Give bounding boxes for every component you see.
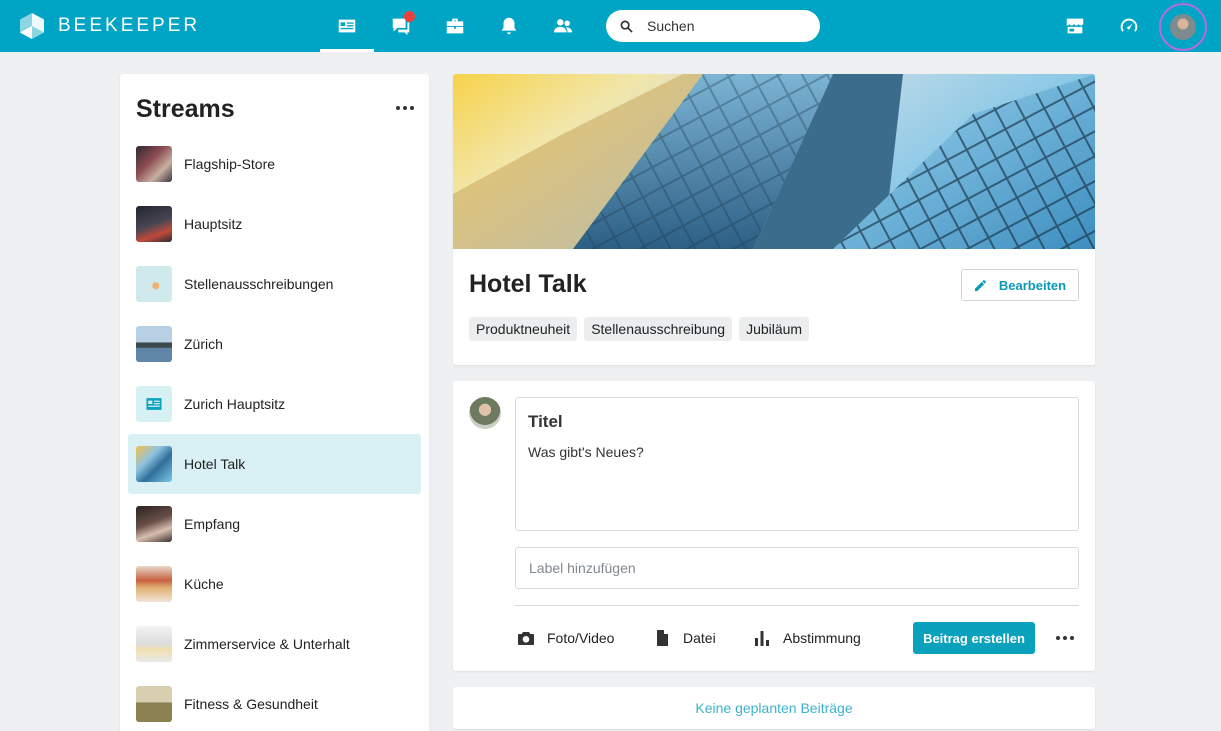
sidebar-item-label: Zimmerservice & Unterhalt: [184, 636, 350, 652]
avatar: [469, 397, 501, 429]
toolbox-icon: [446, 18, 464, 34]
sidebar-title: Streams: [136, 95, 235, 123]
search-icon: [620, 20, 633, 33]
edit-button[interactable]: Bearbeiten: [961, 269, 1079, 301]
sidebar-item-kuche[interactable]: Küche: [128, 554, 421, 614]
more-options-icon[interactable]: [396, 106, 414, 110]
scheduled-posts-link[interactable]: Keine geplanten Beiträge: [453, 687, 1095, 729]
scheduled-posts-label: Keine geplanten Beiträge: [695, 700, 853, 716]
stream-thumbnail: [136, 206, 172, 242]
file-button[interactable]: Datei: [653, 629, 716, 647]
pencil-icon: [974, 279, 986, 291]
sidebar-item-label: Hotel Talk: [184, 456, 246, 472]
sidebar-item-label: Flagship-Store: [184, 156, 276, 172]
stream-list: Flagship-Store Hauptsitz Stellenausschre…: [128, 134, 421, 731]
top-bar: BEEKEEPER: [0, 0, 1221, 52]
stream-thumbnail: [136, 146, 172, 182]
sidebar-item-label: Zürich: [184, 336, 223, 352]
nav-toolbox[interactable]: [428, 0, 482, 52]
nav-store[interactable]: [1048, 0, 1102, 52]
stream-thumbnail: [136, 386, 172, 422]
action-label: Foto/Video: [547, 630, 615, 646]
sidebar-item-label: Fitness & Gesundheit: [184, 696, 318, 712]
avatar: [1170, 14, 1196, 40]
tag-chip[interactable]: Jubiläum: [739, 317, 810, 341]
sidebar-item-stellenausschreibungen[interactable]: Stellenausschreibungen: [128, 254, 421, 314]
post-composer: Titel Was gibt's Neues? Foto/Video Datei…: [453, 381, 1095, 671]
stream-thumbnail: [136, 266, 172, 302]
sidebar-item-zurich[interactable]: Zürich: [128, 314, 421, 374]
sidebar-item-flagship-store[interactable]: Flagship-Store: [128, 134, 421, 194]
file-icon: [657, 630, 668, 646]
edit-button-label: Bearbeiten: [998, 277, 1067, 293]
stream-thumbnail: [136, 506, 172, 542]
stream-tags: Produktneuheit Stellenausschreibung Jubi…: [469, 317, 810, 341]
stream-banner-image: [453, 74, 1095, 249]
bar-chart-icon: [755, 631, 769, 646]
search-bar[interactable]: [606, 10, 820, 42]
sidebar-item-empfang[interactable]: Empfang: [128, 494, 421, 554]
sidebar-item-label: Hauptsitz: [184, 216, 243, 232]
people-icon: [553, 19, 573, 33]
store-icon: [1066, 18, 1084, 34]
label-input[interactable]: [515, 547, 1079, 589]
sidebar-item-label: Zurich Hauptsitz: [184, 396, 286, 412]
sidebar-item-label: Stellenausschreibungen: [184, 276, 334, 292]
beekeeper-logo-icon: [20, 13, 44, 39]
tag-chip[interactable]: Stellenausschreibung: [584, 317, 733, 341]
stream-thumbnail: [136, 326, 172, 362]
stream-thumbnail: [136, 446, 172, 482]
camera-icon: [518, 632, 534, 645]
streams-icon: [338, 19, 356, 33]
sidebar-item-hotel-talk[interactable]: Hotel Talk: [128, 434, 421, 494]
bell-icon: [501, 17, 517, 35]
brand[interactable]: BEEKEEPER: [20, 13, 200, 39]
action-label: Abstimmung: [783, 630, 861, 646]
poll-button[interactable]: Abstimmung: [753, 629, 861, 647]
post-body-field[interactable]: Was gibt's Neues?: [528, 444, 644, 460]
nav-chats[interactable]: [374, 0, 428, 52]
nav-people[interactable]: [536, 0, 590, 52]
nav-notifications[interactable]: [482, 0, 536, 52]
sidebar-item-label: Küche: [184, 576, 224, 592]
stream-thumbnail: [136, 626, 172, 662]
post-title-field[interactable]: Titel: [528, 412, 563, 432]
divider: [515, 605, 1079, 606]
brand-name: BEEKEEPER: [58, 15, 201, 36]
sidebar-item-zurich-hauptsitz[interactable]: Zurich Hauptsitz: [128, 374, 421, 434]
sidebar-item-fitness[interactable]: Fitness & Gesundheit: [128, 674, 421, 731]
streams-icon: [146, 398, 162, 410]
sidebar-item-label: Empfang: [184, 516, 241, 532]
search-input[interactable]: [647, 18, 797, 34]
sidebar-item-hauptsitz[interactable]: Hauptsitz: [128, 194, 421, 254]
stream-title: Hotel Talk: [469, 270, 587, 298]
sidebar-item-zimmerservice[interactable]: Zimmerservice & Unterhalt: [128, 614, 421, 674]
stream-thumbnail: [136, 686, 172, 722]
more-options-icon[interactable]: [1056, 636, 1074, 640]
notification-dot: [404, 11, 415, 22]
nav-dashboard[interactable]: [1102, 0, 1156, 52]
nav-streams[interactable]: [320, 0, 374, 52]
photo-video-button[interactable]: Foto/Video: [517, 629, 614, 647]
action-label: Datei: [683, 630, 716, 646]
create-post-button[interactable]: Beitrag erstellen: [913, 622, 1035, 654]
streams-sidebar: Streams Flagship-Store Hauptsitz Stellen…: [120, 74, 429, 731]
stream-header-card: Hotel Talk Bearbeiten Produktneuheit Ste…: [453, 74, 1095, 365]
tag-chip[interactable]: Produktneuheit: [469, 317, 578, 341]
post-editor[interactable]: Titel Was gibt's Neues?: [515, 397, 1079, 531]
dashboard-icon: [1120, 18, 1138, 32]
stream-thumbnail: [136, 566, 172, 602]
user-avatar[interactable]: [1159, 3, 1207, 51]
